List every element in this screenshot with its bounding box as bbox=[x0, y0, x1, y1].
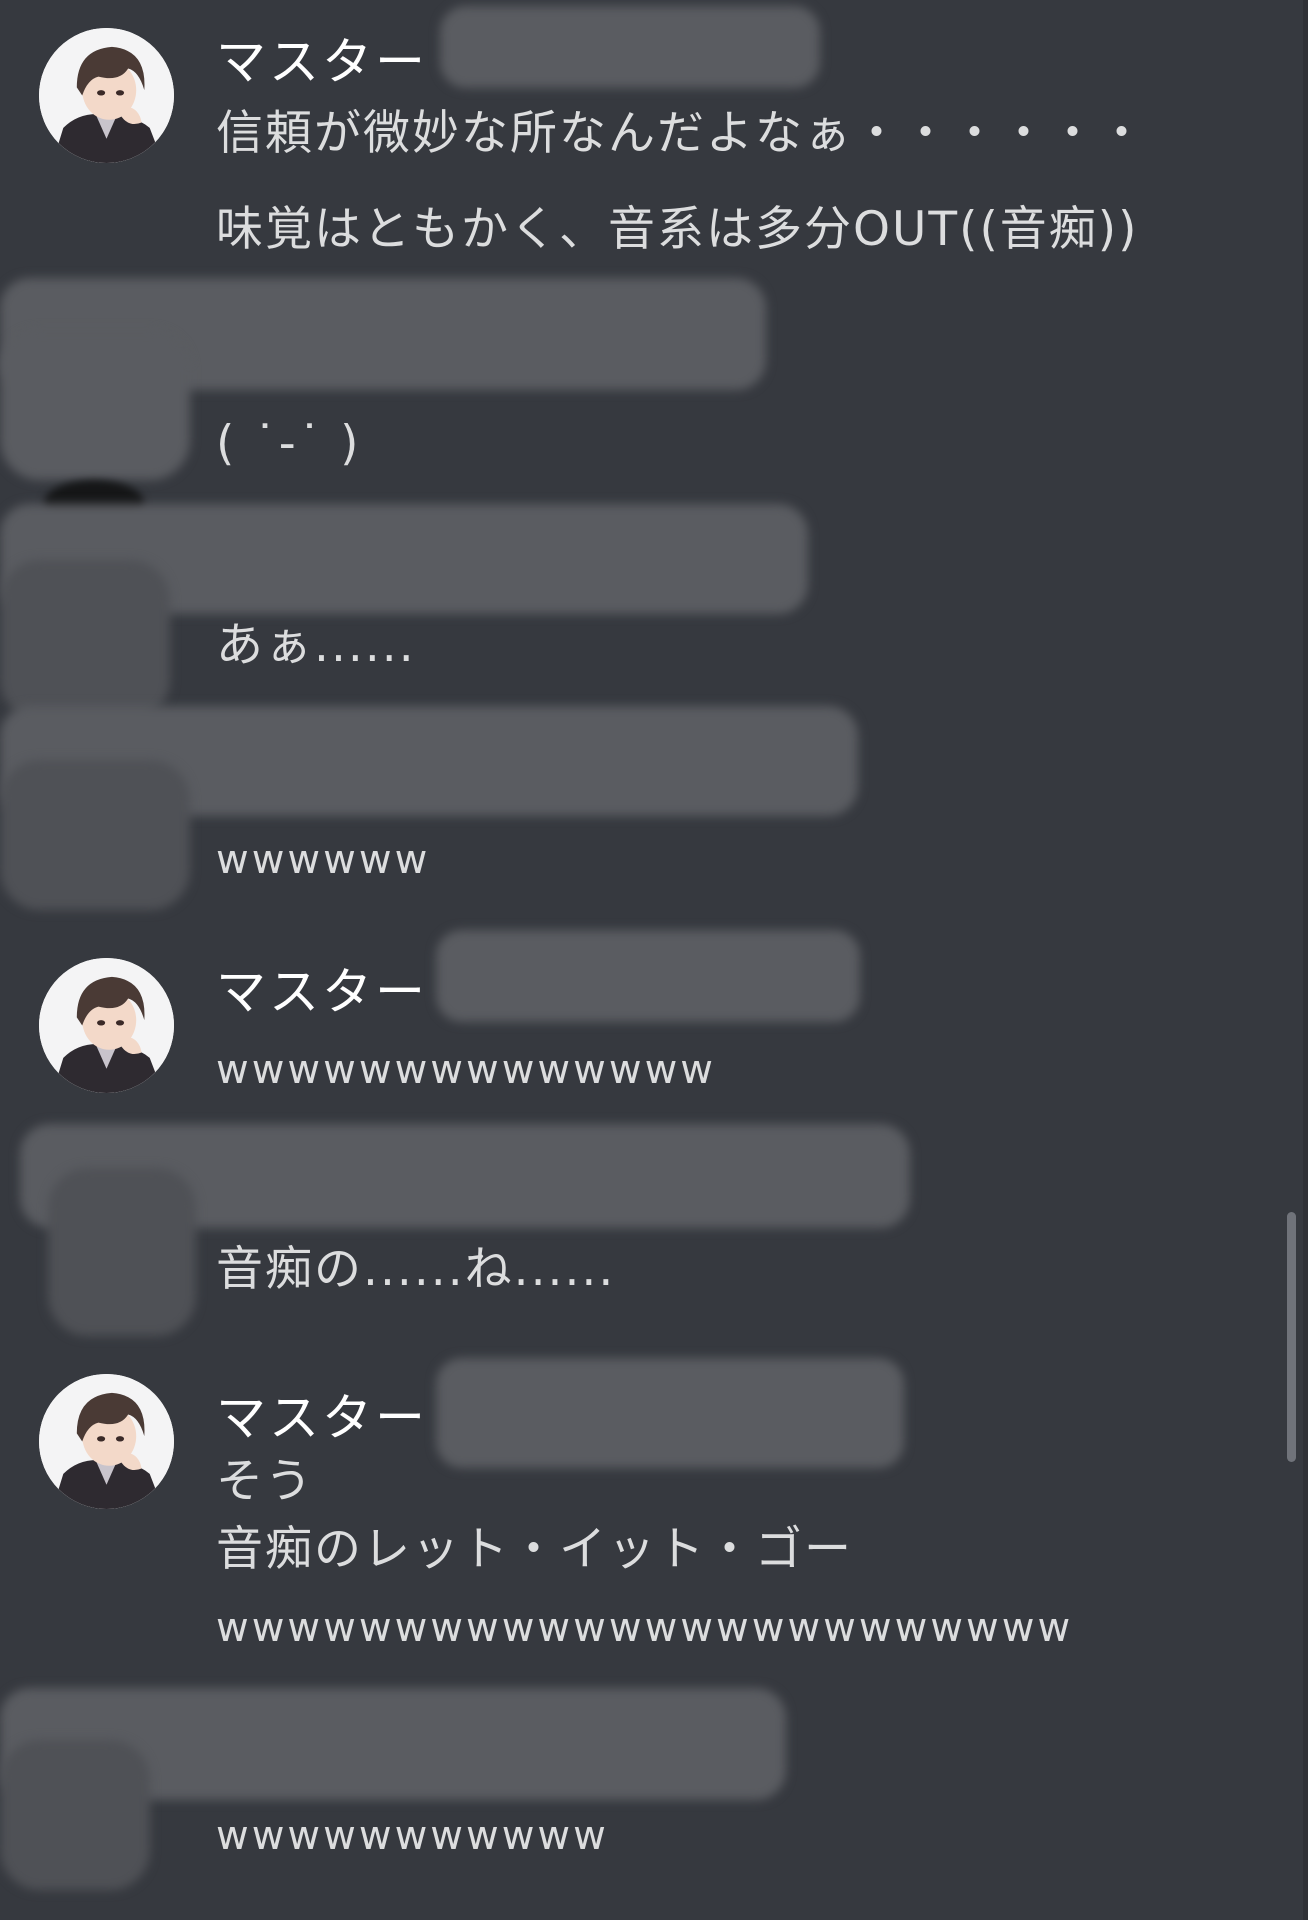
message-text: 味覚はともかく、音系は多分OUT((音痴)) bbox=[216, 202, 1139, 257]
user-avatar-icon[interactable] bbox=[39, 28, 174, 163]
message-text: 信頼が微妙な所なんだよなぁ・・・・・・ bbox=[216, 106, 1147, 161]
message-text: wwwwwwwwwwwwww bbox=[216, 1047, 717, 1093]
message-text: そう bbox=[216, 1454, 314, 1509]
redacted-avatar bbox=[0, 1740, 150, 1890]
message-text: 音痴のレット・イット・ゴー bbox=[216, 1522, 853, 1577]
message-text: wwwwww bbox=[216, 837, 431, 883]
scrollbar-thumb[interactable] bbox=[1287, 1212, 1296, 1462]
redacted-avatar bbox=[0, 760, 190, 910]
user-avatar-icon[interactable] bbox=[39, 1374, 174, 1509]
message-text: 音痴の......ね...... bbox=[216, 1242, 616, 1297]
user-avatar-icon[interactable] bbox=[39, 958, 174, 1093]
window-edge bbox=[1303, 0, 1308, 1920]
message-text: ( ˙-˙ ) bbox=[216, 416, 361, 471]
redacted-timestamp bbox=[440, 6, 820, 88]
redacted-avatar bbox=[0, 330, 190, 480]
redacted-timestamp bbox=[436, 930, 860, 1022]
message-author-name[interactable]: マスター bbox=[216, 962, 428, 1022]
message-text: wwwwwwwwwwwwwwwwwwwwwwww bbox=[216, 1605, 1074, 1651]
message-text: あぁ...... bbox=[216, 618, 416, 673]
redacted-avatar bbox=[48, 1168, 196, 1336]
message-author-name[interactable]: マスター bbox=[216, 32, 428, 92]
chat-message-list[interactable]: マスター 信頼が微妙な所なんだよなぁ・・・・・・ 味覚はともかく、音系は多分OU… bbox=[0, 0, 1308, 1920]
redacted-avatar bbox=[0, 560, 170, 720]
message-author-name[interactable]: マスター bbox=[216, 1388, 428, 1448]
message-text: wwwwwwwwwww bbox=[216, 1813, 609, 1859]
redacted-timestamp bbox=[436, 1358, 904, 1468]
